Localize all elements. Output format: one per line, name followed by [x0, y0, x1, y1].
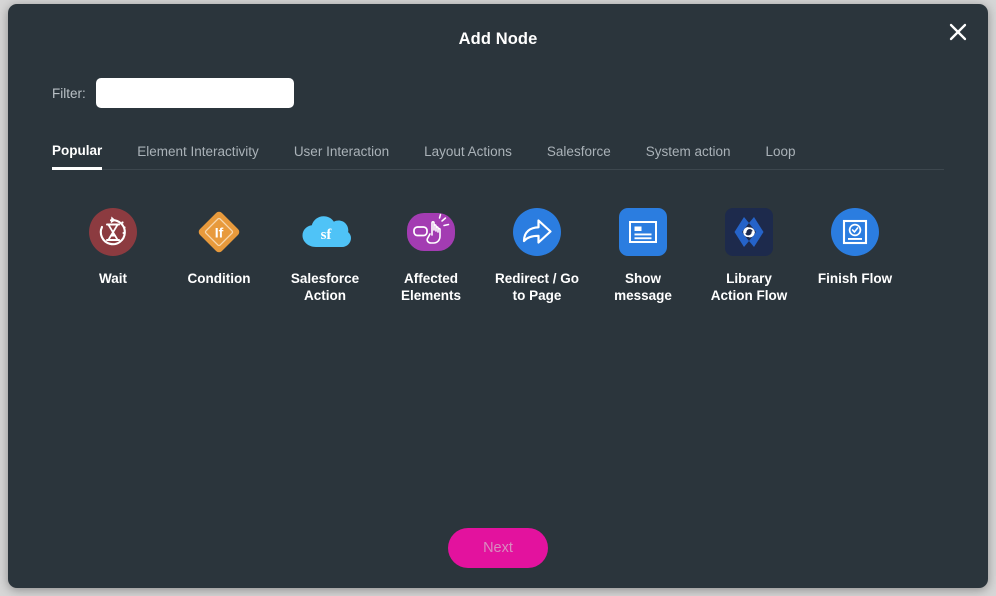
condition-diamond-if-icon: If	[193, 206, 245, 258]
add-node-modal: Add Node Filter: Popular Element Interac…	[8, 4, 988, 588]
node-label: Affected Elements	[400, 271, 462, 303]
wait-hourglass-icon	[87, 206, 139, 258]
code-brackets-refresh-icon	[723, 206, 775, 258]
node-salesforce-action[interactable]: sf Salesforce Action	[272, 206, 378, 304]
cursor-on-button-icon	[405, 206, 457, 258]
search-input[interactable]	[95, 78, 294, 108]
node-show-message[interactable]: Show message	[590, 206, 696, 304]
node-label: Show message	[614, 271, 672, 303]
node-label: Wait	[99, 271, 127, 286]
salesforce-cloud-sf-icon: sf	[299, 206, 351, 258]
node-label: Finish Flow	[817, 271, 893, 286]
modal-footer: Next	[8, 528, 988, 568]
page-title: Add Node	[458, 30, 538, 48]
node-redirect-go-to-page[interactable]: Redirect / Go to Page	[484, 206, 590, 304]
tab-layout-actions[interactable]: Layout Actions	[424, 144, 512, 170]
filter-row: Filter:	[8, 78, 988, 108]
node-condition[interactable]: If Condition	[166, 206, 272, 287]
close-icon[interactable]	[942, 16, 974, 48]
modal-header: Add Node	[8, 4, 988, 56]
tab-salesforce[interactable]: Salesforce	[547, 144, 611, 170]
svg-text:sf: sf	[321, 227, 333, 243]
tab-element-interactivity[interactable]: Element Interactivity	[137, 144, 259, 170]
node-label: Condition	[187, 271, 251, 286]
tab-loop[interactable]: Loop	[766, 144, 796, 170]
tab-popular[interactable]: Popular	[52, 143, 103, 170]
node-label: Salesforce Action	[290, 271, 360, 303]
node-label: Redirect / Go to Page	[494, 271, 580, 303]
svg-text:If: If	[215, 225, 224, 241]
node-grid: Wait If Condition sf Salesforce Action A…	[8, 206, 988, 304]
forward-arrow-icon	[511, 206, 563, 258]
node-wait[interactable]: Wait	[60, 206, 166, 287]
node-finish-flow[interactable]: Finish Flow	[802, 206, 908, 287]
node-library-action-flow[interactable]: Library Action Flow	[696, 206, 802, 304]
node-label: Library Action Flow	[710, 271, 788, 303]
message-document-icon	[617, 206, 669, 258]
node-affected-elements[interactable]: Affected Elements	[378, 206, 484, 304]
finish-check-square-icon	[829, 206, 881, 258]
filter-label: Filter:	[52, 85, 86, 101]
tab-user-interaction[interactable]: User Interaction	[294, 144, 389, 170]
category-tabs: Popular Element Interactivity User Inter…	[52, 130, 944, 170]
tab-system-action[interactable]: System action	[646, 144, 731, 170]
next-button[interactable]: Next	[448, 528, 548, 568]
